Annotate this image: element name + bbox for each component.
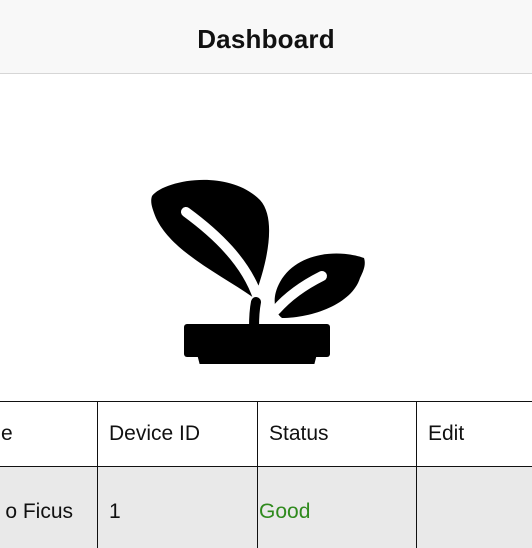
status-cell: Good xyxy=(257,466,417,548)
column-header-device-id: Device ID xyxy=(97,401,258,467)
column-header-status: Status xyxy=(257,401,417,467)
table-row[interactable]: o Ficus 1 Good + xyxy=(0,466,532,548)
navigation-bar: Dashboard xyxy=(0,0,532,74)
devices-table: e Device ID Status Edit o Ficus 1 Good + xyxy=(0,401,532,548)
edit-cell: + xyxy=(416,466,532,548)
device-id-cell: 1 xyxy=(97,466,258,548)
right-leaf xyxy=(274,253,365,318)
device-name-cell: o Ficus xyxy=(0,466,98,548)
hero-area xyxy=(0,74,532,402)
page-title: Dashboard xyxy=(197,24,335,54)
column-header-name: e xyxy=(0,401,98,467)
pot-body xyxy=(196,350,318,364)
table-header-row: e Device ID Status Edit xyxy=(0,401,532,467)
column-header-edit: Edit xyxy=(416,401,532,467)
dashboard-screen: Dashboard e Device ID Status Edit o Ficu… xyxy=(0,0,532,548)
potted-plant-icon xyxy=(151,179,365,364)
